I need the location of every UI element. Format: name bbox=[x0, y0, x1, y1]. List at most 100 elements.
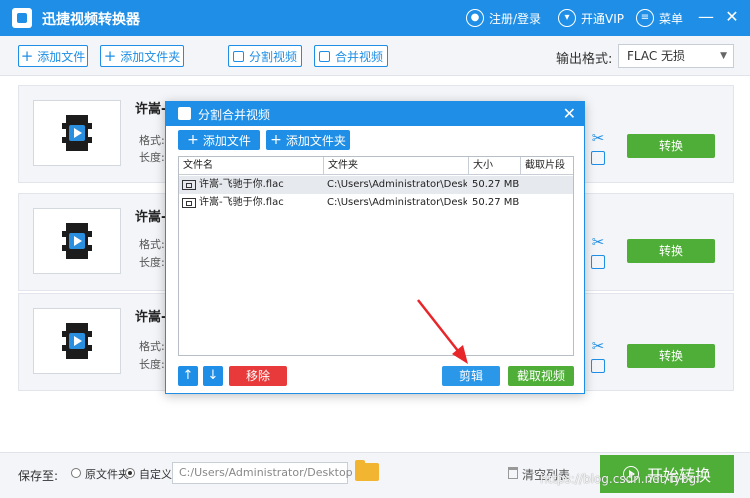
add-file-button[interactable]: + 添加文件 bbox=[18, 45, 88, 67]
row-segment bbox=[524, 194, 572, 212]
dialog-add-folder-button[interactable]: + 添加文件夹 bbox=[266, 130, 350, 150]
convert-button[interactable]: 转换 bbox=[627, 344, 715, 368]
app-logo-icon bbox=[178, 107, 191, 120]
edit-icon[interactable] bbox=[591, 255, 605, 269]
save-to-label: 保存至: bbox=[18, 469, 59, 483]
output-format-value: FLAC 无损 bbox=[627, 49, 686, 63]
column-header-folder[interactable]: 文件夹 bbox=[324, 157, 469, 175]
close-icon[interactable]: ✕ bbox=[563, 102, 576, 126]
register-login-button[interactable]: ● 注册/登录 bbox=[466, 8, 541, 28]
dialog-title: 分割合并视频 bbox=[198, 108, 271, 122]
merge-video-button[interactable]: 合并视频 bbox=[314, 45, 388, 67]
video-thumbnail bbox=[33, 100, 121, 166]
title-bar: 迅捷视频转换器 ● 注册/登录 ▾ 开通VIP ≡ 菜单 — ✕ bbox=[0, 0, 750, 36]
merge-icon bbox=[318, 50, 330, 62]
menu-button[interactable]: ≡ 菜单 bbox=[636, 8, 683, 28]
original-folder-radio[interactable] bbox=[71, 468, 81, 478]
item-format-label: 格式: bbox=[139, 340, 165, 353]
row-size: 50.27 MB bbox=[472, 197, 520, 208]
original-folder-label: 原文件夹 bbox=[85, 468, 129, 481]
remove-button[interactable]: 移除 bbox=[229, 366, 287, 386]
register-login-label: 注册/登录 bbox=[489, 11, 542, 26]
open-vip-label: 开通VIP bbox=[581, 11, 624, 26]
item-name: 许嵩- bbox=[135, 310, 167, 325]
scissors-icon[interactable]: ✂ bbox=[589, 338, 607, 354]
item-length-label: 长度: bbox=[139, 256, 165, 269]
row-filename: 许嵩-飞驰于你.flac bbox=[199, 179, 284, 190]
close-window-button[interactable]: ✕ bbox=[722, 6, 742, 28]
split-video-button[interactable]: 分割视频 bbox=[228, 45, 302, 67]
video-thumbnail bbox=[33, 208, 121, 274]
output-format-label: 输出格式: bbox=[556, 52, 613, 67]
row-folder: C:\Users\Administrator\Desktop bbox=[327, 197, 467, 208]
split-merge-dialog: 分割合并视频 ✕ + 添加文件 + 添加文件夹 文件名 文件夹 大小 截取片段 … bbox=[165, 101, 585, 394]
custom-radio[interactable] bbox=[125, 468, 135, 478]
move-down-button[interactable]: ↓ bbox=[203, 366, 223, 386]
dialog-title-bar: 分割合并视频 ✕ bbox=[166, 102, 584, 126]
column-header-segment[interactable]: 截取片段 bbox=[521, 157, 573, 175]
file-table: 文件名 文件夹 大小 截取片段 许嵩-飞驰于你.flac C:\Users\Ad… bbox=[178, 156, 574, 356]
output-format-select[interactable]: FLAC 无损 ▼ bbox=[618, 44, 734, 68]
menu-label: 菜单 bbox=[659, 11, 684, 26]
row-folder: C:\Users\Administrator\Desktop bbox=[327, 179, 467, 190]
item-format-label: 格式: bbox=[139, 134, 165, 147]
item-length-label: 长度: bbox=[139, 151, 165, 164]
dialog-add-file-button[interactable]: + 添加文件 bbox=[178, 130, 260, 150]
play-icon bbox=[69, 333, 85, 349]
table-row[interactable]: 许嵩-飞驰于你.flac C:\Users\Administrator\Desk… bbox=[179, 176, 573, 194]
scissors-icon[interactable]: ✂ bbox=[589, 234, 607, 250]
move-up-button[interactable]: ↑ bbox=[178, 366, 198, 386]
plus-icon: + bbox=[103, 46, 117, 65]
row-size: 50.27 MB bbox=[472, 179, 520, 190]
film-icon bbox=[182, 180, 196, 190]
cart-icon: ▾ bbox=[558, 9, 576, 27]
dialog-add-folder-label: 添加文件夹 bbox=[285, 133, 346, 148]
minimize-button[interactable]: — bbox=[696, 6, 716, 28]
plus-icon: + bbox=[270, 132, 282, 148]
film-icon bbox=[62, 115, 92, 151]
user-icon: ● bbox=[466, 9, 484, 27]
plus-icon: + bbox=[20, 46, 34, 65]
crop-icon bbox=[232, 50, 244, 62]
column-header-size[interactable]: 大小 bbox=[469, 157, 521, 175]
watermark: https://blog.csdn.net/Tybgi bbox=[540, 472, 700, 486]
custom-label: 自定义 bbox=[139, 468, 172, 481]
scissors-icon[interactable]: ✂ bbox=[589, 130, 607, 146]
item-length-label: 长度: bbox=[139, 358, 165, 371]
folder-icon[interactable] bbox=[355, 460, 379, 481]
play-icon bbox=[69, 233, 85, 249]
open-vip-button[interactable]: ▾ 开通VIP bbox=[558, 8, 624, 28]
row-segment bbox=[524, 176, 572, 194]
trash-icon[interactable] bbox=[508, 467, 518, 479]
film-icon bbox=[182, 198, 196, 208]
chevron-down-icon: ▼ bbox=[720, 51, 727, 61]
edit-icon[interactable] bbox=[591, 151, 605, 165]
item-name: 许嵩- bbox=[135, 102, 167, 117]
app-logo-icon bbox=[12, 8, 32, 28]
add-file-label: 添加文件 bbox=[37, 49, 86, 64]
toolbar: + 添加文件 + 添加文件夹 分割视频 合并视频 输出格式: FLAC 无损 ▼ bbox=[0, 36, 750, 76]
play-icon bbox=[69, 125, 85, 141]
film-icon bbox=[62, 223, 92, 259]
plus-icon: + bbox=[187, 132, 199, 148]
edit-icon[interactable] bbox=[591, 359, 605, 373]
convert-button[interactable]: 转换 bbox=[627, 239, 715, 263]
app-title: 迅捷视频转换器 bbox=[42, 12, 140, 28]
row-filename: 许嵩-飞驰于你.flac bbox=[199, 197, 284, 208]
add-folder-button[interactable]: + 添加文件夹 bbox=[100, 45, 184, 67]
video-thumbnail bbox=[33, 308, 121, 374]
convert-button[interactable]: 转换 bbox=[627, 134, 715, 158]
film-icon bbox=[62, 323, 92, 359]
table-row[interactable]: 许嵩-飞驰于你.flac C:\Users\Administrator\Desk… bbox=[179, 194, 573, 212]
dialog-add-file-label: 添加文件 bbox=[202, 133, 251, 148]
item-format-label: 格式: bbox=[139, 238, 165, 251]
extract-video-button[interactable]: 截取视频 bbox=[508, 366, 574, 386]
merge-video-label: 合并视频 bbox=[334, 49, 383, 64]
item-name: 许嵩- bbox=[135, 210, 167, 225]
column-header-filename[interactable]: 文件名 bbox=[179, 157, 324, 175]
clip-button[interactable]: 剪辑 bbox=[442, 366, 500, 386]
layers-icon: ≡ bbox=[636, 9, 654, 27]
add-folder-label: 添加文件夹 bbox=[120, 49, 181, 64]
save-path-input[interactable]: C:/Users/Administrator/Desktop bbox=[172, 462, 353, 484]
split-video-label: 分割视频 bbox=[248, 49, 297, 64]
